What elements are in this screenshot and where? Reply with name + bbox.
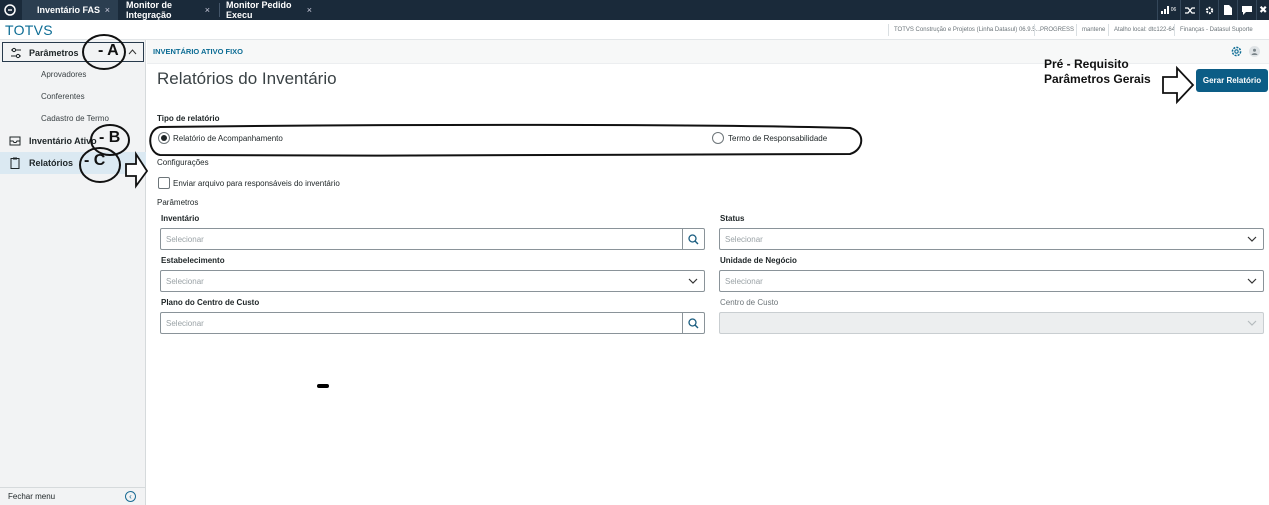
radio-acompanhamento-label[interactable]: Relatório de Acompanhamento (173, 134, 283, 143)
estabelecimento-select[interactable]: Selecionar (160, 270, 705, 292)
placeholder: Selecionar (166, 235, 204, 244)
status-select[interactable]: Selecionar (719, 228, 1264, 250)
field-label-unidade: Unidade de Negócio (720, 256, 797, 265)
radio-responsabilidade[interactable] (712, 132, 724, 144)
chevron-down-icon[interactable] (688, 277, 698, 285)
unidade-negocio-select[interactable]: Selecionar (719, 270, 1264, 292)
chevron-down-icon[interactable] (1247, 235, 1257, 243)
send-file-label[interactable]: Enviar arquivo para responsáveis do inve… (173, 179, 340, 188)
plano-centro-custo-search-input[interactable]: Selecionar (160, 312, 705, 334)
field-label-centro: Centro de Custo (720, 298, 779, 307)
field-label-inventario: Inventário (161, 214, 200, 223)
breadcrumb[interactable]: INVENTÁRIO ATIVO FIXO (153, 47, 243, 56)
stray-mark (317, 384, 329, 388)
radio-acompanhamento[interactable] (158, 132, 170, 144)
field-label-status: Status (720, 214, 745, 223)
generate-report-button[interactable]: Gerar Relatório (1196, 69, 1268, 92)
app-window: Inventário FAS × Monitor de Integração ×… (0, 0, 1269, 505)
settings-gear-icon[interactable] (1230, 45, 1243, 58)
annotation-c: - C (84, 152, 106, 169)
centro-custo-select (719, 312, 1264, 334)
search-icon[interactable] (682, 313, 704, 333)
chevron-down-icon (1247, 320, 1257, 326)
field-label-estabelecimento: Estabelecimento (161, 256, 225, 265)
radio-responsabilidade-label[interactable]: Termo de Responsabilidade (728, 134, 827, 143)
search-icon[interactable] (682, 229, 704, 249)
inventario-search-input[interactable]: Selecionar (160, 228, 705, 250)
chevron-down-icon[interactable] (1247, 277, 1257, 285)
send-file-checkbox[interactable] (158, 177, 170, 189)
field-label-plano: Plano do Centro de Custo (161, 298, 260, 307)
placeholder: Selecionar (725, 235, 763, 244)
annotation-a: - A (98, 42, 119, 59)
params-label: Parâmetros (157, 198, 199, 207)
placeholder: Selecionar (166, 319, 204, 328)
placeholder: Selecionar (725, 277, 763, 286)
page-title: Relatórios do Inventário (157, 69, 337, 88)
user-avatar-icon[interactable] (1249, 46, 1260, 57)
annotation-b: - B (99, 129, 121, 146)
config-label: Configurações (157, 158, 209, 167)
placeholder: Selecionar (166, 277, 204, 286)
prerequisite-note: Pré - Requisito Parâmetros Gerais (1044, 57, 1151, 86)
report-type-label: Tipo de relatório (157, 114, 220, 123)
